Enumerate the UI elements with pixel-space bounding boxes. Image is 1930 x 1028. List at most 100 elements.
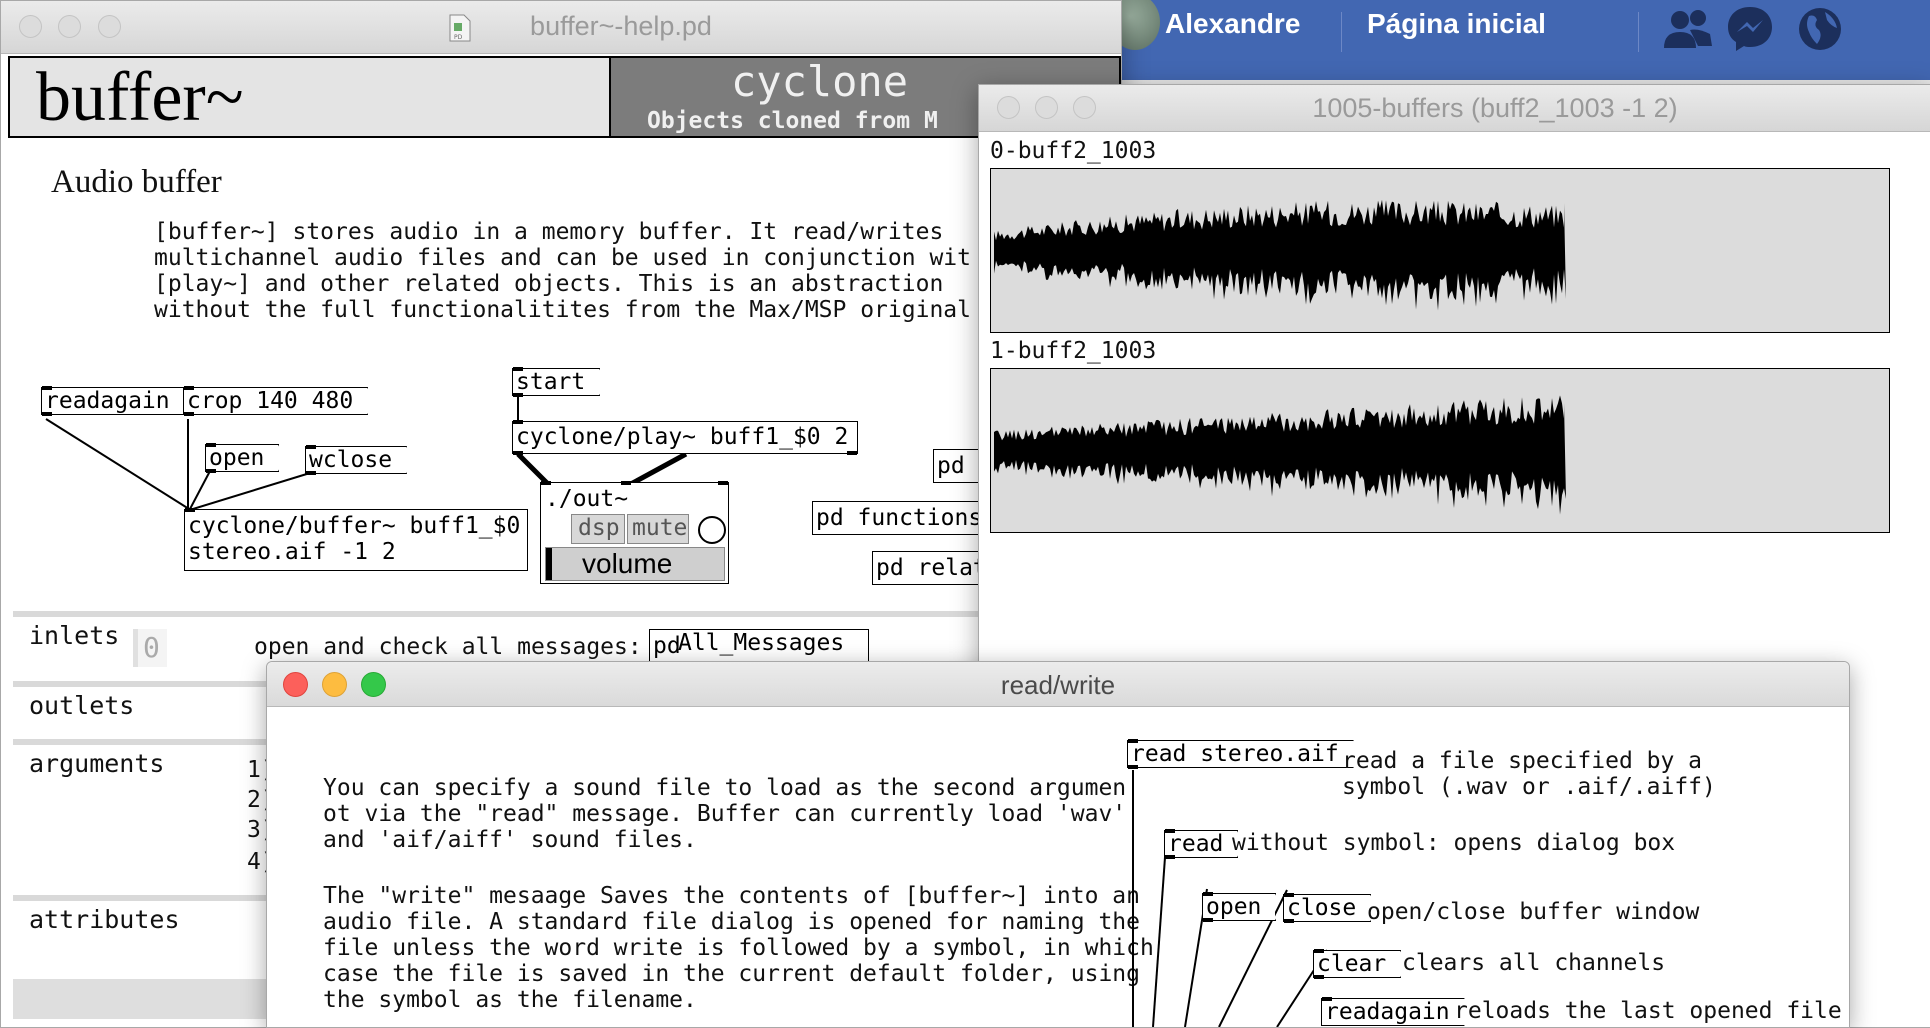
out-label: ./out~ [545,486,629,512]
volume-label: volume [582,548,673,579]
close-label: close [1287,895,1357,921]
pd-subpatch-label: pd [937,453,965,479]
all-messages-subpatch[interactable]: pd All_Messages [649,629,869,663]
play-object-label: cyclone/play~ buff1_$0 2 [516,424,849,450]
mute-label: mute [632,515,688,541]
start-label: start [516,369,586,395]
buffer-object[interactable]: cyclone/buffer~ buff1_$0 stereo.aif -1 2 [184,508,528,571]
outlet [513,393,523,397]
inlet [1314,949,1324,953]
read-write-window: read/write You can specify a sound file … [266,661,1850,1028]
outlet [513,451,523,455]
inlet [513,367,523,371]
inlet [1128,739,1138,743]
open-message[interactable]: open [1202,892,1276,922]
read-message[interactable]: read [1164,829,1238,859]
bang-button[interactable] [698,516,726,544]
open-label: open [1206,894,1262,920]
readagain-label: readagain [1325,999,1450,1025]
inlet [185,508,195,512]
inlet-number-box: 0 [133,629,167,667]
minimize-button[interactable] [1035,96,1058,119]
profile-name-link[interactable]: Alexandre [1165,8,1300,40]
outlet [1128,765,1138,769]
pd-related-label: pd relat [876,555,987,581]
outlet [42,412,52,416]
outlet [847,451,857,455]
outlet [1165,855,1175,859]
readagain-label: readagain [45,388,170,414]
pd-functions-label: pd functions [816,505,983,531]
out-abstraction[interactable]: ./out~ dsp mute volume [540,481,729,584]
outlet [1284,919,1294,923]
crop-label: crop 140 480 [187,388,354,414]
wclose-message[interactable]: wclose [305,445,407,475]
inlet [621,481,631,485]
wclose-label: wclose [309,447,393,473]
attributes-heading: attributes [29,905,180,934]
volume-slider[interactable]: volume [545,547,725,581]
inlet [1284,893,1294,897]
arguments-heading: arguments [29,749,165,778]
start-message[interactable]: start [512,367,600,397]
readagain-message[interactable]: readagain [1321,997,1464,1026]
outlet [1314,975,1324,979]
waveform-array[interactable] [990,368,1890,533]
inlet [206,443,216,447]
channel-label: 0-buff2_1003 [990,138,1157,164]
inlet [513,420,523,424]
home-link[interactable]: Página inicial [1367,8,1546,40]
close-message[interactable]: close [1283,893,1371,923]
clear-desc: clears all channels [1402,950,1666,976]
read-stereo-desc: read a file specified by a symbol (.wav … [1342,748,1716,800]
outlet [206,469,216,473]
messenger-icon[interactable] [1725,4,1775,54]
close-button[interactable] [997,96,1020,119]
inlet [1203,892,1213,896]
waveform-array[interactable] [990,168,1890,333]
mute-toggle[interactable]: mute [627,514,689,544]
readagain-desc: reloads the last opened file [1454,998,1842,1024]
inlet [718,481,728,485]
dsp-label: dsp [578,515,620,541]
channel-label: 1-buff2_1003 [990,338,1157,364]
play-object[interactable]: cyclone/play~ buff1_$0 2 [512,420,858,455]
open-check-label: open and check all messages: [254,634,642,660]
open-message[interactable]: open [205,443,279,473]
outlet [306,471,316,475]
title-bar[interactable]: 1005-buffers (buff2_1003 -1 2) [979,85,1930,132]
inlet [1322,997,1332,1001]
waveform-0 [994,199,1566,311]
inlet [306,445,316,449]
open-close-desc: open/close buffer window [1367,899,1700,925]
slider-knob[interactable] [546,548,552,580]
waveform-1 [994,395,1566,515]
inlets-heading: inlets [29,621,120,650]
section-divider [13,611,1113,617]
window-title: 1005-buffers (buff2_1003 -1 2) [1312,93,1678,123]
dsp-toggle[interactable]: dsp [571,514,625,544]
readagain-message[interactable]: readagain [41,386,184,416]
read-stereo-label: read stereo.aif [1131,741,1339,767]
friends-icon[interactable] [1660,6,1716,50]
read-desc: without symbol: opens dialog box [1232,830,1676,856]
buffer-object-label: cyclone/buffer~ buff1_$0 stereo.aif -1 2 [188,513,521,565]
inlet [42,386,52,390]
all-messages-prefix: pd [653,633,681,659]
inlet [541,481,551,485]
globe-icon[interactable] [1795,4,1845,54]
inlet [184,386,194,390]
read-label: read [1168,831,1224,857]
inlet [1165,829,1175,833]
outlet [1203,918,1213,922]
divider [1341,12,1342,52]
outlet [184,412,194,416]
read-stereo-message[interactable]: read stereo.aif [1127,739,1353,769]
clear-message[interactable]: clear [1313,949,1401,979]
inlet-number: 0 [143,631,160,664]
crop-message[interactable]: crop 140 480 [183,386,368,416]
clear-label: clear [1317,951,1387,977]
outlets-heading: outlets [29,691,135,720]
divider [1638,12,1639,52]
open-label: open [209,445,265,471]
